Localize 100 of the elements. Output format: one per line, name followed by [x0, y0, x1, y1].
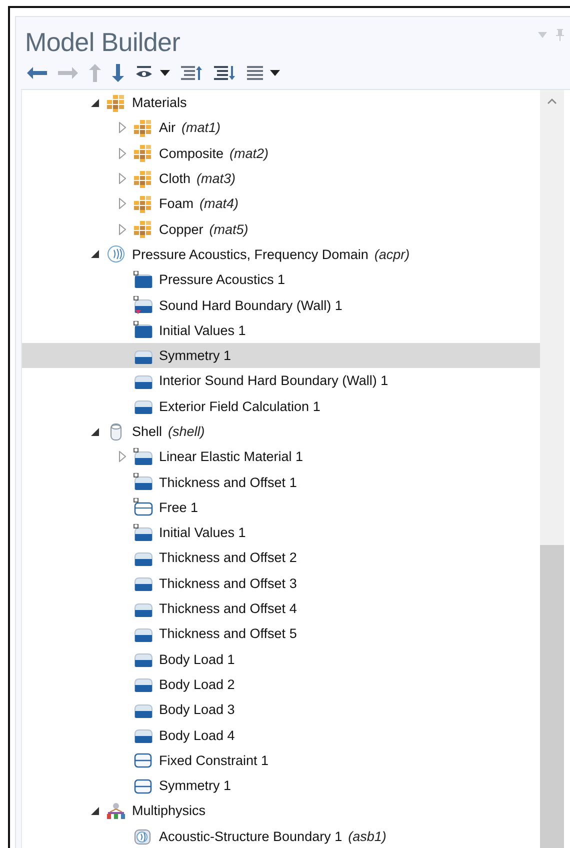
- node-label: Copper: [159, 222, 204, 237]
- coupling-icon: [133, 827, 153, 846]
- collapsed-triangle-icon[interactable]: [118, 224, 126, 235]
- node-label: Interior Sound Hard Boundary (Wall) 1: [159, 373, 388, 388]
- edge-icon: [133, 751, 153, 770]
- node-label: Initial Values 1: [159, 525, 246, 540]
- list-icon[interactable]: [245, 65, 265, 81]
- tree-row[interactable]: Symmetry 1: [22, 773, 540, 798]
- tree-row[interactable]: Thickness and Offset 4: [22, 596, 540, 622]
- tree-row[interactable]: Pressure Acoustics, Frequency Domain (acpr): [22, 242, 540, 268]
- tree-row[interactable]: Free 1: [22, 494, 540, 520]
- expanded-triangle-icon[interactable]: [91, 428, 99, 436]
- tree-row[interactable]: Thickness and Offset 3: [22, 570, 540, 596]
- boundary-icon: [133, 448, 153, 466]
- tree-row[interactable]: Multiphysics: [22, 798, 540, 824]
- node-tag: (mat4): [200, 196, 239, 212]
- tree-row[interactable]: Shell (shell): [22, 418, 540, 444]
- node-label: Exterior Field Calculation 1: [159, 398, 320, 414]
- dropdown-caret-icon[interactable]: [158, 70, 172, 76]
- node-label: Air: [159, 120, 176, 136]
- node-label: Composite: [159, 146, 224, 161]
- tree-row[interactable]: Body Load 1: [22, 646, 540, 672]
- dropdown-caret-icon[interactable]: [268, 70, 282, 76]
- material-icon: [133, 220, 153, 238]
- node-label: Linear Elastic Material 1: [159, 449, 304, 464]
- node-label: Acoustic-Structure Boundary 1: [159, 828, 342, 844]
- node-label: Body Load 1: [159, 652, 235, 667]
- tree-row[interactable]: Body Load 4: [22, 722, 540, 748]
- node-label: Free 1: [159, 500, 198, 515]
- node-tag: (acpr): [374, 246, 410, 262]
- node-label: Materials: [132, 95, 187, 110]
- scroll-up-icon[interactable]: [547, 98, 557, 104]
- expanded-triangle-icon[interactable]: [91, 250, 99, 258]
- node-label: Foam: [159, 196, 194, 212]
- tree-row[interactable]: Pressure Acoustics 1: [22, 267, 540, 292]
- material-icon: [133, 144, 153, 162]
- boundary-marker-icon: [133, 296, 153, 314]
- tree-row[interactable]: Sound Hard Boundary (Wall) 1: [22, 292, 540, 318]
- collapse-all-icon[interactable]: [179, 65, 205, 81]
- expanded-triangle-icon[interactable]: [91, 98, 99, 107]
- expand-all-icon[interactable]: [212, 65, 238, 81]
- collapsed-triangle-icon[interactable]: [118, 198, 126, 210]
- tree-row[interactable]: Initial Values 1: [22, 520, 540, 546]
- node-tag: (shell): [168, 424, 205, 439]
- tree-row[interactable]: Composite (mat2): [22, 140, 540, 166]
- node-label: Thickness and Offset 3: [159, 576, 297, 591]
- node-label: Thickness and Offset 1: [159, 474, 297, 490]
- tree-row[interactable]: Interior Sound Hard Boundary (Wall) 1: [22, 368, 540, 394]
- tree-row[interactable]: Initial Values 1: [22, 318, 540, 343]
- panel-title: Model Builder: [25, 27, 180, 58]
- boundary-icon: [133, 524, 153, 542]
- multiphysics-icon: [106, 802, 126, 820]
- node-label: Body Load 3: [159, 702, 235, 718]
- tree-row[interactable]: Symmetry 1: [22, 342, 540, 368]
- domain-icon: [133, 321, 153, 340]
- tree-row[interactable]: Exterior Field Calculation 1: [22, 394, 540, 419]
- node-tag: (mat3): [196, 171, 236, 186]
- tree-row[interactable]: Body Load 3: [22, 697, 540, 722]
- tree-row[interactable]: Linear Elastic Material 1: [22, 444, 540, 470]
- outline-boundary-icon: [133, 498, 153, 516]
- tree-row[interactable]: Foam (mat4): [22, 191, 540, 216]
- tree-row[interactable]: Copper (mat5): [22, 216, 540, 242]
- material-icon: [133, 118, 153, 137]
- collapsed-triangle-icon[interactable]: [118, 122, 126, 134]
- node-label: Initial Values 1: [159, 322, 246, 338]
- down-arrow-icon[interactable]: [110, 64, 126, 82]
- node-label: Pressure Acoustics, Frequency Domain: [132, 246, 368, 262]
- node-label: Cloth: [159, 171, 191, 186]
- domain-icon: [133, 270, 153, 289]
- node-label: Fixed Constraint 1: [159, 752, 269, 768]
- node-tag: (asb1): [348, 828, 386, 844]
- edge-icon: [133, 776, 153, 795]
- tree-row[interactable]: Fixed Constraint 1: [22, 748, 540, 774]
- material-icon: [133, 194, 153, 213]
- tree-row[interactable]: Body Load 2: [22, 672, 540, 698]
- node-tag: (mat2): [230, 146, 269, 161]
- node-label: Pressure Acoustics 1: [159, 272, 286, 288]
- tree-row[interactable]: Thickness and Offset 5: [22, 621, 540, 647]
- node-label: Shell: [132, 424, 162, 439]
- back-arrow-icon[interactable]: [25, 67, 49, 79]
- collapsed-triangle-icon[interactable]: [118, 148, 126, 159]
- node-label: Symmetry 1: [159, 778, 232, 794]
- tree-row[interactable]: Cloth (mat3): [22, 166, 540, 192]
- node-label: Thickness and Offset 5: [159, 626, 297, 642]
- collapsed-triangle-icon[interactable]: [118, 451, 126, 462]
- collapsed-triangle-icon[interactable]: [118, 173, 126, 184]
- boundary-icon: [133, 473, 153, 492]
- tree-row[interactable]: Acoustic-Structure Boundary 1 (asb1): [22, 824, 540, 848]
- tree-row[interactable]: Materials: [22, 90, 540, 116]
- scrollbar[interactable]: [540, 90, 564, 848]
- materials-icon: [106, 94, 126, 112]
- tree-row[interactable]: Thickness and Offset 2: [22, 545, 540, 571]
- tree-row[interactable]: Thickness and Offset 1: [22, 469, 540, 495]
- node-label: Sound Hard Boundary (Wall) 1: [159, 298, 342, 313]
- node-label: Multiphysics: [132, 803, 206, 818]
- expanded-triangle-icon[interactable]: [91, 806, 99, 815]
- wave-circle-icon: [106, 245, 126, 264]
- scrollbar-thumb[interactable]: [540, 545, 564, 848]
- tree-row[interactable]: Air (mat1): [22, 115, 540, 141]
- node-label: Thickness and Offset 2: [159, 550, 297, 566]
